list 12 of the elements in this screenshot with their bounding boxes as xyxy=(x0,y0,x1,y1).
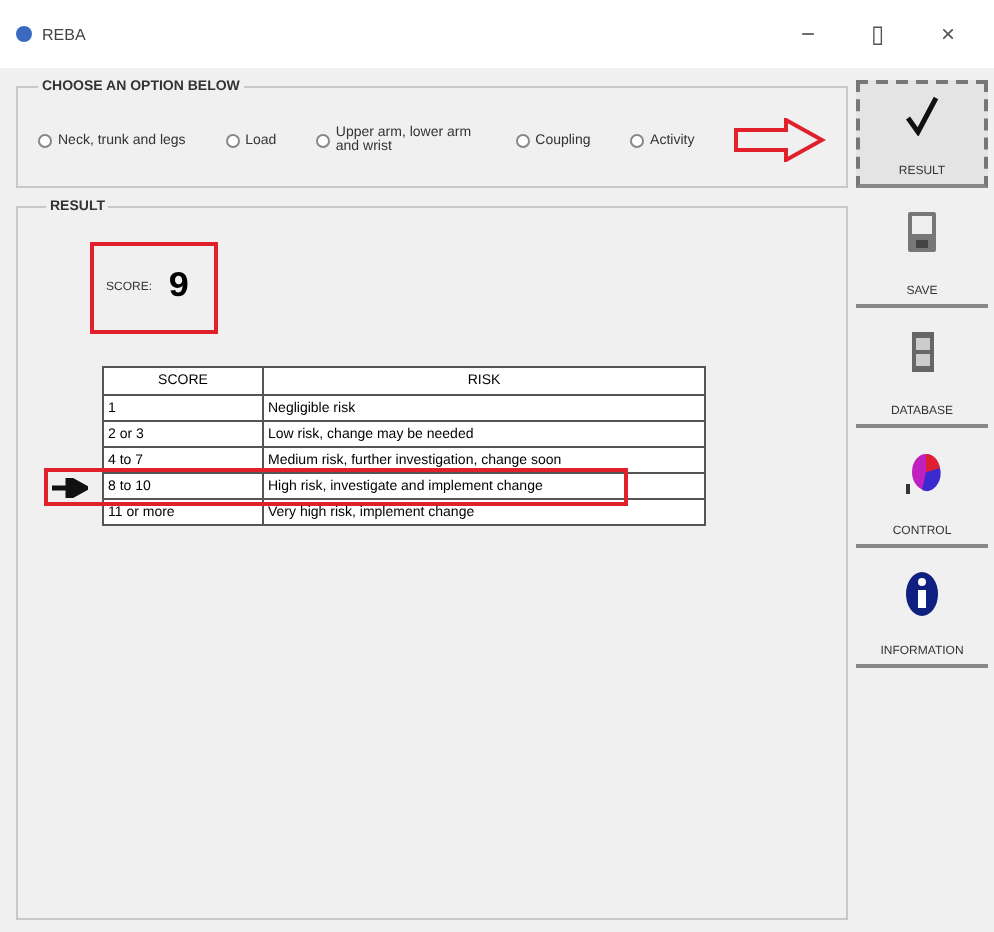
score-value: 9 xyxy=(168,268,190,308)
window-title: REBA xyxy=(42,25,88,43)
arrow-icon xyxy=(733,118,826,162)
info-icon xyxy=(906,572,938,616)
window-control-button[interactable]: ▯ xyxy=(848,20,908,48)
window-control-button[interactable]: − xyxy=(778,20,838,48)
app-icon xyxy=(16,26,32,42)
filing-cabinet-icon xyxy=(911,332,933,372)
pie-chart-icon xyxy=(902,452,942,496)
arrow-icon xyxy=(52,478,88,498)
checkmark-icon xyxy=(904,96,940,136)
window-control-button[interactable]: × xyxy=(918,20,978,48)
